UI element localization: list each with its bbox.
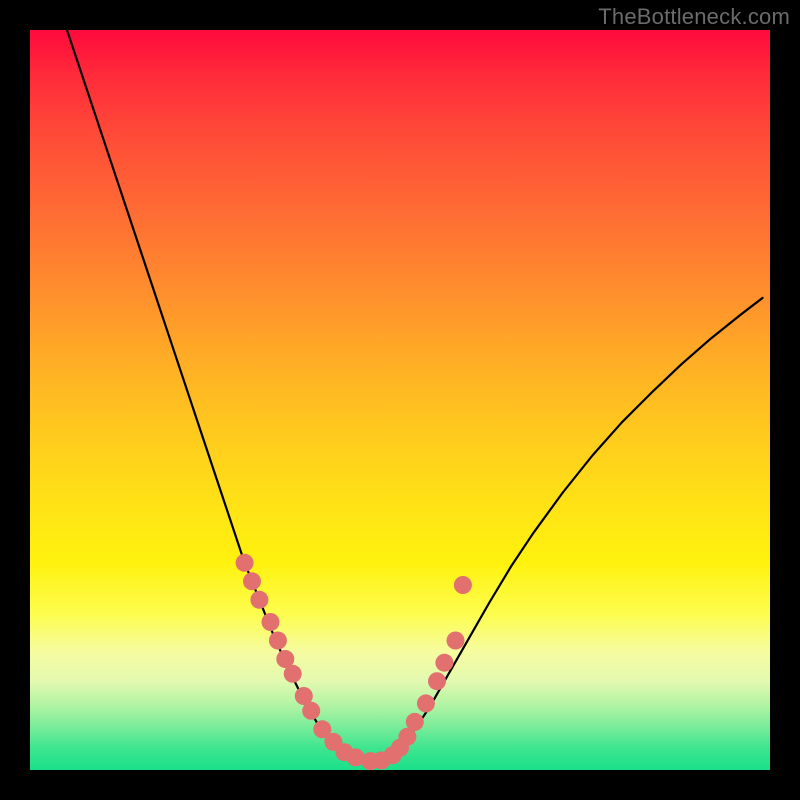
benchmark-point [262,613,280,631]
benchmark-point [284,665,302,683]
benchmark-point [236,554,254,572]
chart-stage: TheBottleneck.com [0,0,800,800]
marker-group [236,554,472,770]
benchmark-point [447,632,465,650]
benchmark-point [435,654,453,672]
plot-area [30,30,770,770]
benchmark-point [250,591,268,609]
benchmark-point [417,694,435,712]
benchmark-point [428,672,446,690]
markers-svg [30,30,770,770]
benchmark-point [406,713,424,731]
benchmark-point [302,702,320,720]
benchmark-point [243,572,261,590]
benchmark-point [269,632,287,650]
benchmark-point [454,576,472,594]
brand-watermark: TheBottleneck.com [598,4,790,30]
